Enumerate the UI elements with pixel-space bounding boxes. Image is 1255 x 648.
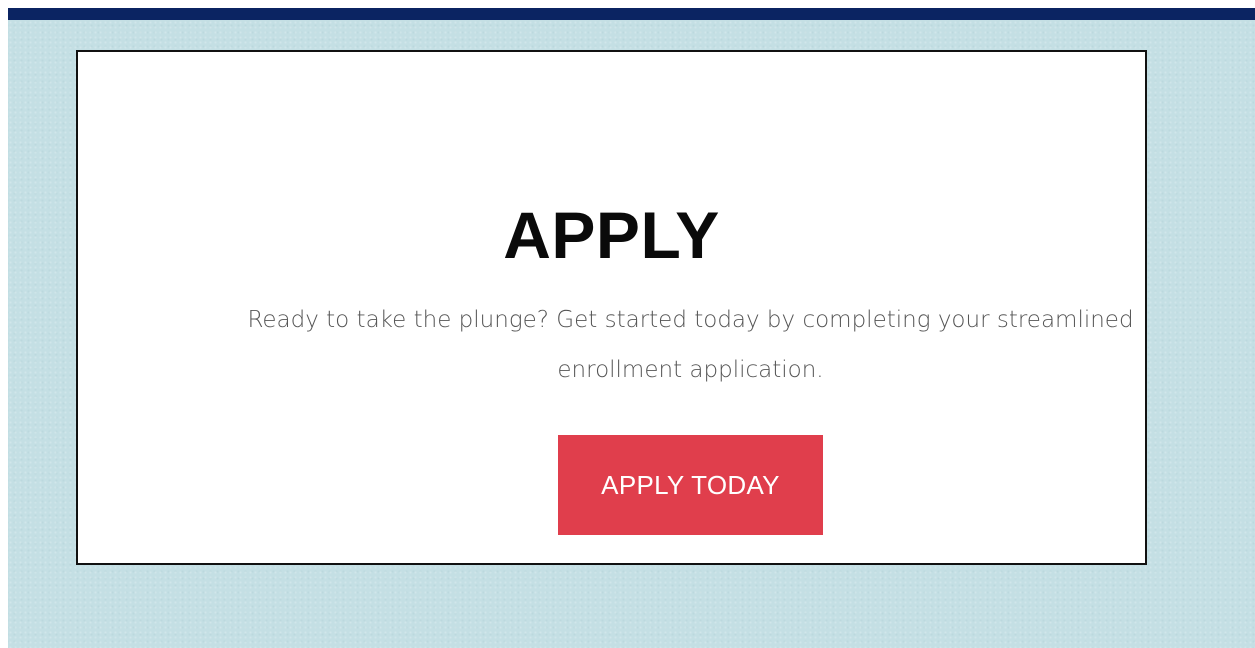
page: APPLY Ready to take the plunge? Get star… [0, 0, 1255, 648]
apply-description: Ready to take the plunge? Get started to… [247, 307, 1134, 383]
apply-card: APPLY Ready to take the plunge? Get star… [76, 50, 1147, 565]
top-navigation-bar [8, 8, 1255, 20]
apply-today-button[interactable]: APPLY TODAY [558, 435, 823, 535]
apply-heading: APPLY [503, 198, 720, 272]
